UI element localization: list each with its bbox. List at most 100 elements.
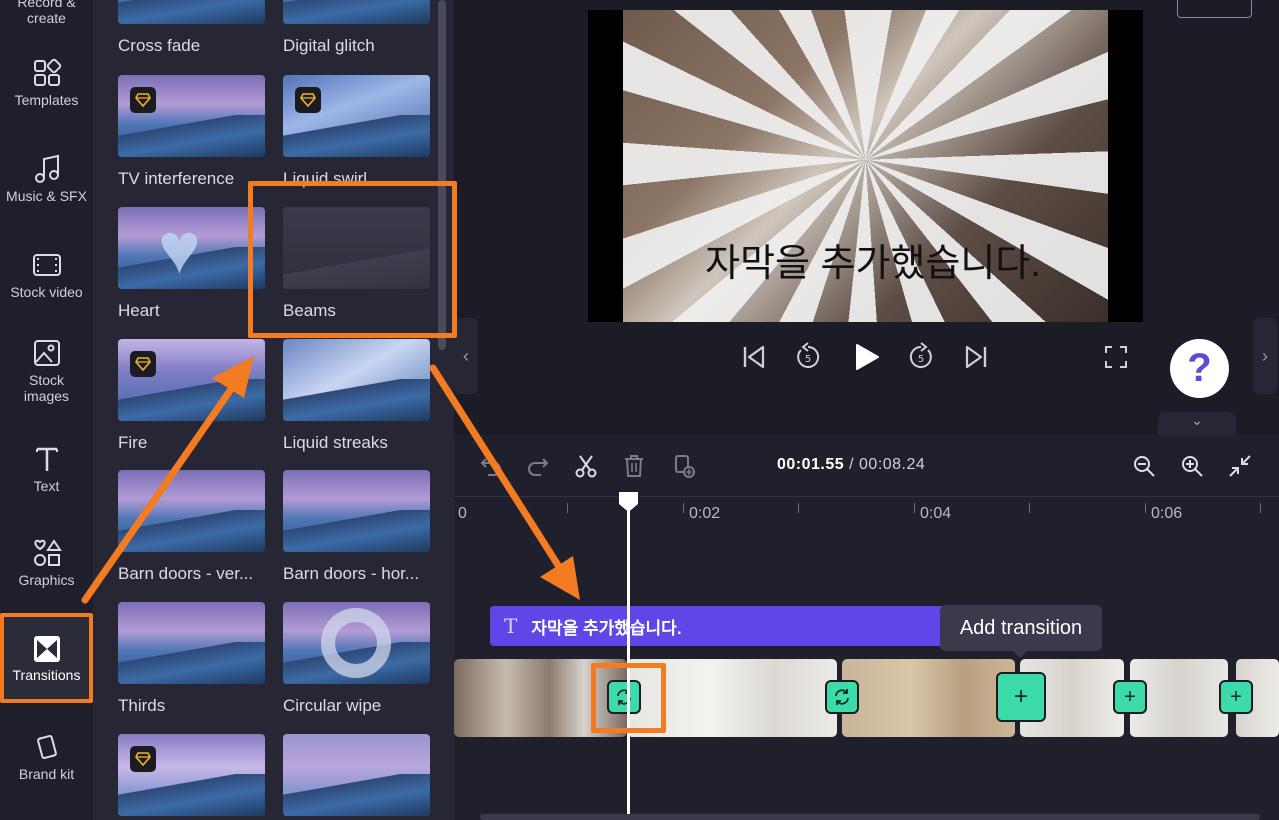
transition-card-fire[interactable]: Fire xyxy=(118,339,265,453)
transition-label: Beams xyxy=(283,301,336,320)
plus-icon: + xyxy=(1230,685,1242,708)
video-clip[interactable] xyxy=(627,659,837,737)
text-clip[interactable]: T 자막을 추가했습니다. xyxy=(490,606,960,646)
add-transition-button[interactable]: + xyxy=(1113,680,1147,714)
ruler-label: 0 xyxy=(458,505,467,522)
transition-card-liquid-streaks[interactable]: Liquid streaks xyxy=(283,339,430,453)
rail-item-text[interactable]: Text xyxy=(0,444,93,494)
skip-forward-button[interactable] xyxy=(956,337,996,377)
rail-item-stock-images[interactable]: Stock images xyxy=(0,338,93,404)
ruler-tick xyxy=(1145,503,1146,513)
add-transition-button[interactable]: + xyxy=(996,672,1046,722)
transition-label: TV interference xyxy=(118,169,235,188)
transition-card[interactable] xyxy=(118,734,265,816)
playhead-line[interactable] xyxy=(627,508,630,820)
timeline-scrollbar[interactable] xyxy=(480,814,1260,820)
text-label: Text xyxy=(33,478,60,494)
text-clip-label: 자막을 추가했습니다. xyxy=(531,618,682,638)
rewind-5-button[interactable]: 5 xyxy=(788,337,828,377)
templates-icon xyxy=(33,58,61,86)
zoom-out-icon xyxy=(1134,456,1155,477)
ruler-tick xyxy=(914,503,915,513)
scissors-icon xyxy=(575,455,597,478)
graphics-label: Graphics xyxy=(18,572,75,588)
total-duration: 00:08.24 xyxy=(859,456,926,473)
timeline-ruler[interactable] xyxy=(454,496,1279,497)
redo-button[interactable] xyxy=(524,452,552,480)
undo-button[interactable] xyxy=(477,452,505,480)
clipchamp-editor: Record & create Templates Music & SFX St… xyxy=(0,0,1279,820)
transition-label: Digital glitch xyxy=(283,36,375,55)
transition-thumbnail xyxy=(118,470,265,552)
chevron-left-icon: ‹ xyxy=(463,345,469,366)
aspect-ratio-button[interactable] xyxy=(1177,0,1252,18)
text-clip-icon: T xyxy=(504,614,518,638)
expand-right-panel-button[interactable]: › xyxy=(1253,318,1277,394)
rail-item-music[interactable]: Music & SFX xyxy=(0,154,93,204)
svg-text:5: 5 xyxy=(805,354,811,365)
rail-item-record[interactable]: Record & create xyxy=(0,0,93,30)
rail-item-transitions[interactable]: Transitions xyxy=(0,613,93,703)
transition-card-digital-glitch[interactable]: Digital glitch xyxy=(283,0,430,56)
transition-card[interactable] xyxy=(283,734,430,816)
rail-item-graphics[interactable]: Graphics xyxy=(0,538,93,588)
delete-button[interactable] xyxy=(620,452,648,480)
help-question-mark: ? xyxy=(1187,346,1212,390)
stock-video-label: Stock video xyxy=(10,284,83,300)
ruler-label: 0:04 xyxy=(920,505,952,522)
transition-card-heart[interactable]: ♥ Heart xyxy=(118,207,265,321)
record-label: Record & create xyxy=(17,0,76,26)
skip-back-button[interactable] xyxy=(734,337,774,377)
transition-card-cross-fade[interactable]: Cross fade xyxy=(118,0,265,56)
brand-kit-label: Brand kit xyxy=(18,766,75,782)
transitions-label: Transitions xyxy=(12,667,81,683)
fullscreen-button[interactable] xyxy=(1096,337,1136,377)
fit-timeline-button[interactable] xyxy=(1226,452,1254,480)
add-transition-button[interactable]: + xyxy=(1219,680,1253,714)
transition-card-beams[interactable]: Beams xyxy=(283,207,430,321)
zoom-in-button[interactable] xyxy=(1178,452,1206,480)
rail-item-stock-video[interactable]: Stock video xyxy=(0,250,93,300)
transition-card-barn-doors-vertical[interactable]: Barn doors - ver... xyxy=(118,470,265,584)
duplicate-button[interactable] xyxy=(670,452,698,480)
video-preview: 자막을 추가했습니다. xyxy=(588,10,1143,322)
transition-label: Liquid swirl xyxy=(283,169,368,188)
transition-card-barn-doors-horizontal[interactable]: Barn doors - hor... xyxy=(283,470,430,584)
chevron-right-icon: › xyxy=(1262,345,1268,366)
collapse-left-panel-button[interactable]: ‹ xyxy=(454,318,478,394)
panel-scrollbar[interactable] xyxy=(438,0,446,350)
skip-back-icon xyxy=(743,345,765,369)
play-icon xyxy=(856,344,879,370)
add-transition-tooltip: Add transition xyxy=(940,605,1102,658)
transition-swap-button[interactable] xyxy=(825,680,859,714)
forward-5-button[interactable]: 5 xyxy=(901,337,941,377)
video-clip[interactable] xyxy=(454,659,627,737)
transition-card-tv-interference[interactable]: TV interference xyxy=(118,75,265,189)
video-clip[interactable] xyxy=(842,659,1015,737)
split-button[interactable] xyxy=(572,452,600,480)
collapse-preview-button[interactable]: ⌄ xyxy=(1158,412,1236,436)
fullscreen-icon xyxy=(1105,346,1127,368)
rail-item-brand-kit[interactable]: Brand kit xyxy=(0,732,93,782)
transition-card-thirds[interactable]: Thirds xyxy=(118,602,265,716)
ruler-label: 0:06 xyxy=(1151,505,1183,522)
trash-icon xyxy=(625,455,643,477)
ruler-tick xyxy=(683,503,684,513)
help-button[interactable]: ? xyxy=(1170,339,1229,398)
time-separator: / xyxy=(844,456,860,473)
rail-item-templates[interactable]: Templates xyxy=(0,58,93,108)
undo-icon xyxy=(480,458,501,476)
play-button[interactable] xyxy=(846,337,886,377)
zoom-out-button[interactable] xyxy=(1130,452,1158,480)
transition-swap-button[interactable] xyxy=(607,680,641,714)
transition-thumbnail xyxy=(283,470,430,552)
transition-card-circular-wipe[interactable]: Circular wipe xyxy=(283,602,430,716)
transition-thumbnail xyxy=(283,339,430,421)
brand-kit-icon xyxy=(36,734,57,760)
plus-icon: + xyxy=(1013,683,1028,710)
swap-icon xyxy=(835,689,849,705)
ruler-label: 0:02 xyxy=(689,505,721,522)
transition-card-liquid-swirl[interactable]: Liquid swirl xyxy=(283,75,430,189)
transition-label: Liquid streaks xyxy=(283,433,388,452)
ruler-tick xyxy=(1029,503,1030,513)
